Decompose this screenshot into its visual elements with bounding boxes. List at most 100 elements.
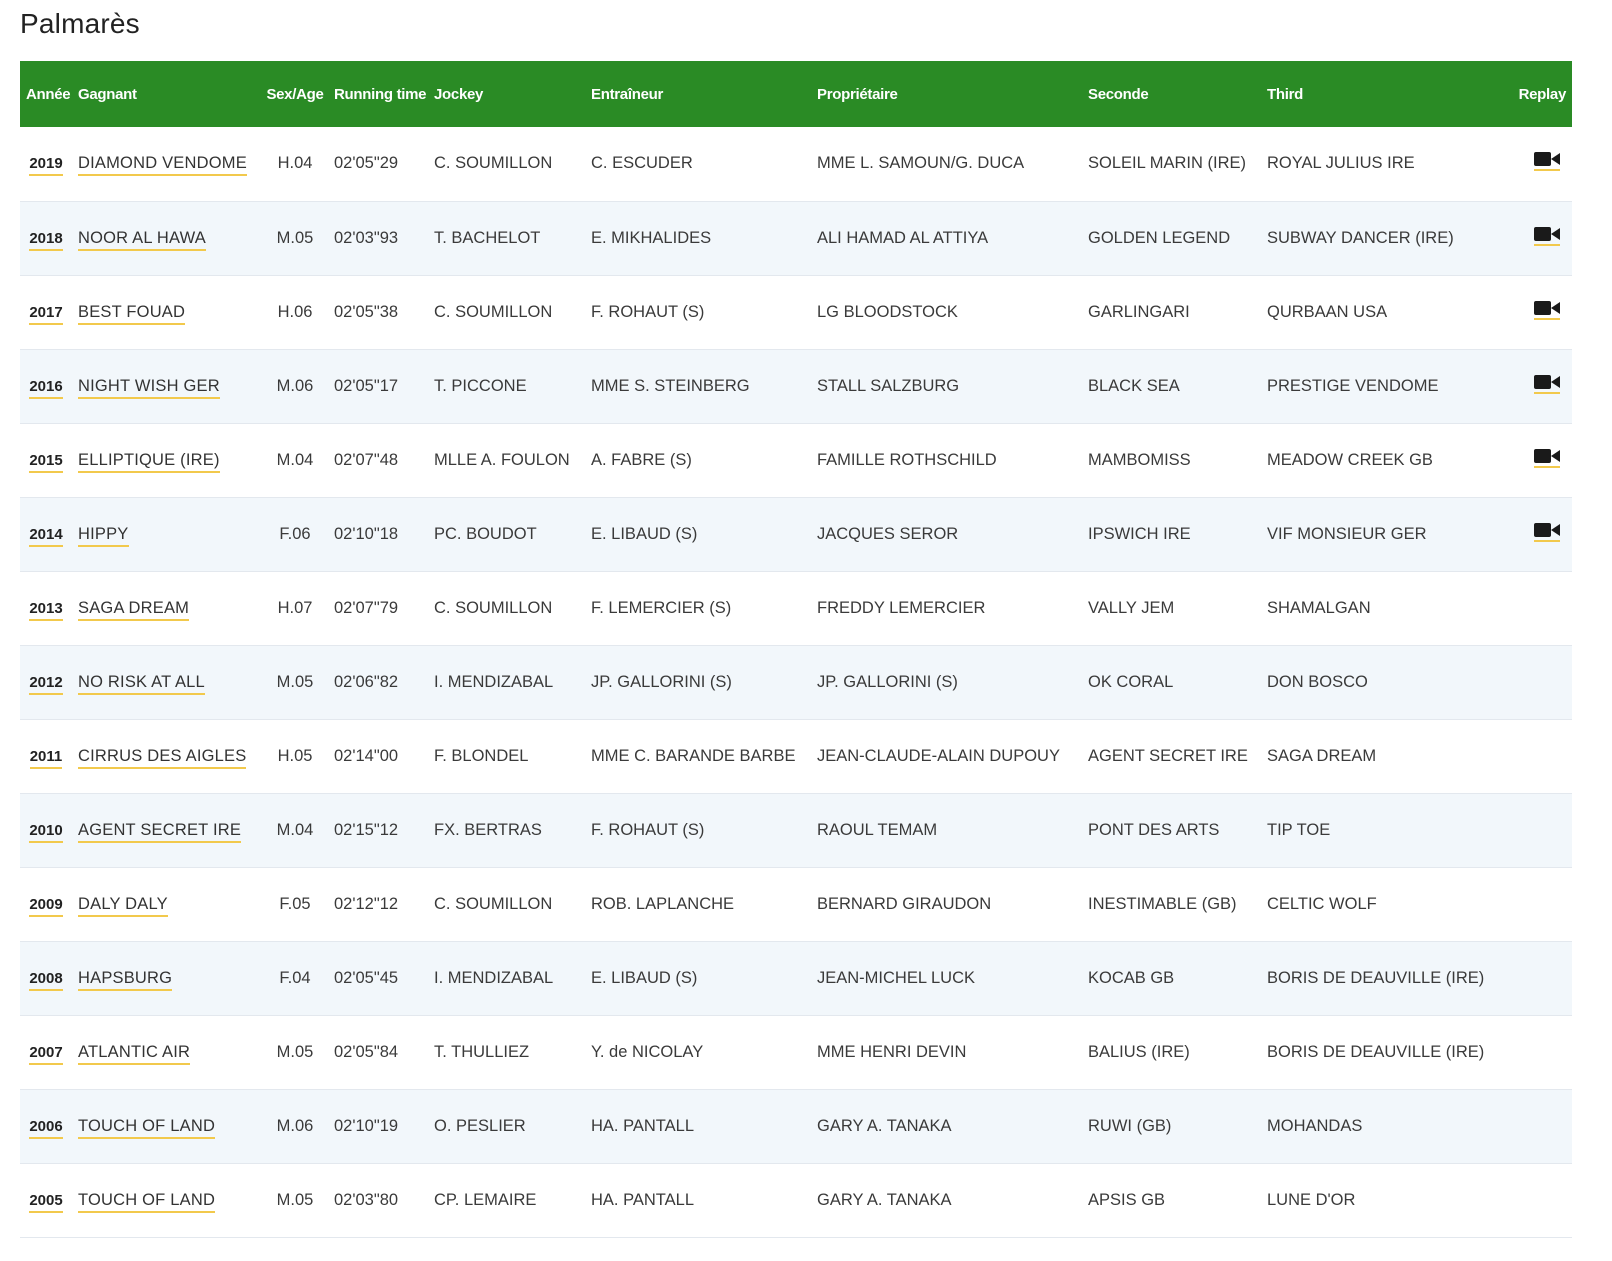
cell-owner: GARY A. TANAKA [817, 1116, 952, 1135]
cell-trainer: E. LIBAUD (S) [591, 968, 698, 987]
cell-third: LUNE D'OR [1267, 1190, 1356, 1209]
cell-running-time: 02'05"17 [334, 376, 399, 395]
cell-second: MAMBOMISS [1088, 450, 1191, 469]
video-camera-icon[interactable] [1534, 226, 1560, 246]
col-header-year: Année [26, 85, 71, 103]
cell-trainer: HA. PANTALL [591, 1190, 695, 1209]
winner-link[interactable]: DIAMOND VENDOME [78, 154, 247, 177]
winner-link[interactable]: HAPSBURG [78, 968, 173, 991]
cell-replay [1497, 867, 1572, 941]
cell-second: AGENT SECRET IRE [1088, 746, 1248, 765]
col-header-replay: Replay [1518, 85, 1567, 103]
video-camera-icon[interactable] [1534, 151, 1560, 172]
cell-owner: STALL SALZBURG [817, 376, 960, 395]
cell-winner: ATLANTIC AIR [72, 1015, 262, 1089]
winner-link[interactable]: TOUCH OF LAND [78, 1116, 216, 1139]
cell-winner: DALY DALY [72, 867, 262, 941]
cell-jockey: I. MENDIZABAL [434, 672, 554, 691]
year-link[interactable]: 2015 [29, 451, 63, 473]
cell-jockey: F. BLONDEL [434, 746, 529, 765]
cell-winner: DIAMOND VENDOME [72, 127, 262, 201]
cell-third: SUBWAY DANCER (IRE) [1267, 228, 1454, 247]
cell-jockey: T. PICCONE [434, 376, 527, 395]
cell-second: GOLDEN LEGEND [1088, 228, 1231, 247]
year-link[interactable]: 2005 [29, 1191, 63, 1213]
cell-owner: BERNARD GIRAUDON [817, 894, 992, 913]
winner-link[interactable]: SAGA DREAM [78, 598, 190, 621]
cell-trainer: MME C. BARANDE BARBE [591, 746, 796, 765]
cell-jockey: C. SOUMILLON [434, 302, 553, 321]
cell-running-time: 02'12"12 [334, 894, 399, 913]
cell-sex-age: M.05 [276, 228, 314, 247]
cell-winner: TOUCH OF LAND [72, 1163, 262, 1237]
table-row: 2015 ELLIPTIQUE (IRE) M.04 02'07"48 MLLE A. … [20, 423, 1572, 497]
cell-replay [1497, 1089, 1572, 1163]
cell-third: MOHANDAS [1267, 1116, 1363, 1135]
winner-link[interactable]: DALY DALY [78, 894, 168, 917]
cell-replay [1497, 497, 1572, 571]
winner-link[interactable]: ATLANTIC AIR [78, 1042, 191, 1065]
year-link[interactable]: 2006 [29, 1117, 63, 1139]
table-row: 2005 TOUCH OF LAND M.05 02'03"80 CP. LEMAIRE… [20, 1163, 1572, 1237]
cell-trainer: E. MIKHALIDES [591, 228, 712, 247]
year-link[interactable]: 2010 [29, 821, 63, 843]
year-link[interactable]: 2019 [29, 155, 63, 177]
table-row: 2018 NOOR AL HAWA M.05 02'03"93 T. BACHELOT E… [20, 201, 1572, 275]
video-camera-icon[interactable] [1534, 374, 1560, 394]
year-link[interactable]: 2011 [29, 747, 63, 769]
year-link[interactable]: 2008 [29, 969, 63, 991]
cell-second: BLACK SEA [1088, 376, 1180, 395]
cell-owner: GARY A. TANAKA [817, 1190, 952, 1209]
cell-trainer: A. FABRE (S) [591, 450, 692, 469]
cell-running-time: 02'07"48 [334, 450, 399, 469]
year-link[interactable]: 2007 [29, 1043, 63, 1065]
year-link[interactable]: 2016 [29, 377, 63, 399]
cell-jockey: I. MENDIZABAL [434, 968, 554, 987]
winner-link[interactable]: NOOR AL HAWA [78, 228, 207, 251]
year-link[interactable]: 2017 [29, 303, 63, 325]
cell-year: 2010 [20, 793, 72, 867]
video-camera-glyph [1534, 522, 1560, 537]
video-camera-icon[interactable] [1534, 300, 1560, 320]
year-link[interactable]: 2018 [29, 229, 63, 251]
winner-link[interactable]: NO RISK AT ALL [78, 672, 205, 695]
cell-jockey: CP. LEMAIRE [434, 1190, 537, 1209]
winner-link[interactable]: ELLIPTIQUE (IRE) [78, 450, 220, 473]
cell-running-time: 02'05"45 [334, 968, 399, 987]
cell-winner: BEST FOUAD [72, 275, 262, 349]
cell-winner: SAGA DREAM [72, 571, 262, 645]
winner-link[interactable]: AGENT SECRET IRE [78, 820, 242, 843]
cell-trainer: E. LIBAUD (S) [591, 524, 698, 543]
cell-third: QURBAAN USA [1267, 302, 1388, 321]
winner-link[interactable]: BEST FOUAD [78, 302, 186, 325]
cell-third: SHAMALGAN [1267, 598, 1371, 617]
winner-link[interactable]: TOUCH OF LAND [78, 1190, 216, 1213]
video-camera-icon[interactable] [1534, 448, 1560, 468]
cell-running-time: 02'05"29 [334, 154, 399, 173]
cell-third: CELTIC WOLF [1267, 894, 1377, 913]
cell-third: TIP TOE [1267, 820, 1331, 839]
video-camera-icon[interactable] [1534, 522, 1560, 542]
year-link[interactable]: 2012 [29, 673, 63, 695]
cell-winner: ELLIPTIQUE (IRE) [72, 423, 262, 497]
cell-trainer: Y. de NICOLAY [591, 1042, 704, 1061]
cell-third: BORIS DE DEAUVILLE (IRE) [1267, 1042, 1485, 1061]
year-link[interactable]: 2009 [29, 895, 63, 917]
table-row: 2010 AGENT SECRET IRE M.04 02'15"12 FX. BERT… [20, 793, 1572, 867]
cell-sex-age: M.06 [276, 1116, 314, 1135]
col-header-third: Third [1267, 85, 1303, 103]
cell-jockey: T. BACHELOT [434, 228, 541, 247]
winner-link[interactable]: CIRRUS DES AIGLES [78, 746, 247, 769]
cell-second: PONT DES ARTS [1088, 820, 1220, 839]
winner-link[interactable]: HIPPY [78, 524, 129, 547]
year-link[interactable]: 2014 [29, 525, 63, 547]
cell-third: PRESTIGE VENDOME [1267, 376, 1439, 395]
cell-jockey: C. SOUMILLON [434, 598, 553, 617]
winner-link[interactable]: NIGHT WISH GER [78, 376, 220, 399]
page: Palmarès Année Gagnant Sex/Age Running t… [0, 0, 1612, 1261]
table-row: 2007 ATLANTIC AIR M.05 02'05"84 T. THULLIEZ Y… [20, 1015, 1572, 1089]
cell-running-time: 02'14"00 [334, 746, 399, 765]
cell-year: 2019 [20, 127, 72, 201]
year-link[interactable]: 2013 [29, 599, 63, 621]
header-row: Année Gagnant Sex/Age Running time Jocke… [20, 61, 1572, 127]
